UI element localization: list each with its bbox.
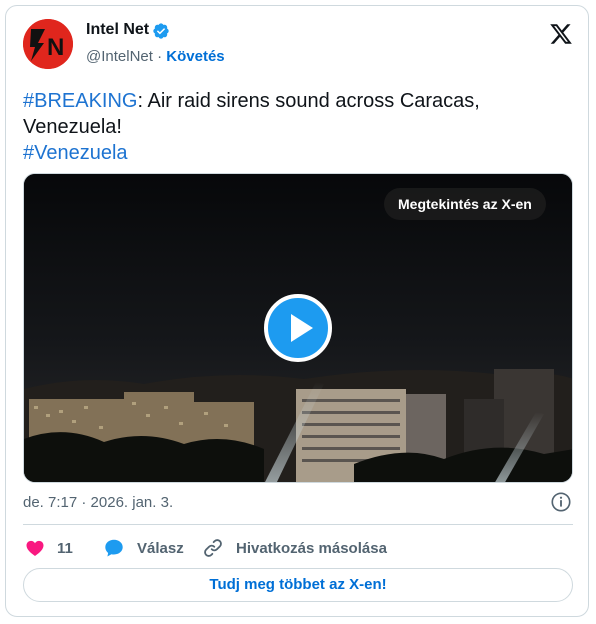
info-icon[interactable] [550, 491, 572, 513]
verified-badge-icon [153, 23, 169, 39]
copy-link-button[interactable]: Hivatkozás másolása [202, 536, 387, 560]
divider [23, 524, 573, 525]
hashtag-breaking[interactable]: #BREAKING [23, 90, 137, 112]
reply-button[interactable]: Válasz [103, 536, 184, 560]
x-logo-icon[interactable] [549, 22, 573, 46]
watch-on-x-button[interactable]: Megtekintés az X-en [384, 188, 546, 220]
hashtag-venezuela[interactable]: #Venezuela [23, 142, 128, 164]
tweet-text-line1: : Air raid sirens sound across Caracas, [137, 90, 480, 112]
handle-row: @IntelNet · Követés [86, 48, 225, 65]
follow-button[interactable]: Követés [166, 48, 224, 65]
copy-link-label: Hivatkozás másolása [236, 539, 387, 557]
separator: · [152, 48, 167, 65]
tweet-text-line2: Venezuela! [23, 116, 122, 138]
video-media[interactable]: Megtekintés az X-en [23, 173, 573, 483]
reply-label: Válasz [137, 539, 184, 557]
tweet-card: N Intel Net @IntelNet · Követés #BREAKIN… [5, 5, 589, 617]
play-button[interactable] [264, 294, 332, 362]
like-button[interactable]: 11 [25, 536, 73, 560]
author-name[interactable]: Intel Net [86, 21, 149, 39]
reply-bubble-icon [105, 539, 123, 557]
read-more-on-x-button[interactable]: Tudj meg többet az X-en! [23, 568, 573, 602]
link-icon [204, 539, 222, 557]
tweet-text: #BREAKING: Air raid sirens sound across … [23, 88, 563, 166]
like-count: 11 [57, 539, 73, 557]
avatar-letter: N [47, 34, 64, 61]
avatar[interactable]: N [23, 19, 73, 69]
play-icon [291, 314, 313, 342]
heart-icon [26, 540, 44, 556]
tweet-timestamp[interactable]: de. 7:17 · 2026. jan. 3. [23, 494, 173, 511]
author-handle[interactable]: @IntelNet [86, 48, 153, 65]
